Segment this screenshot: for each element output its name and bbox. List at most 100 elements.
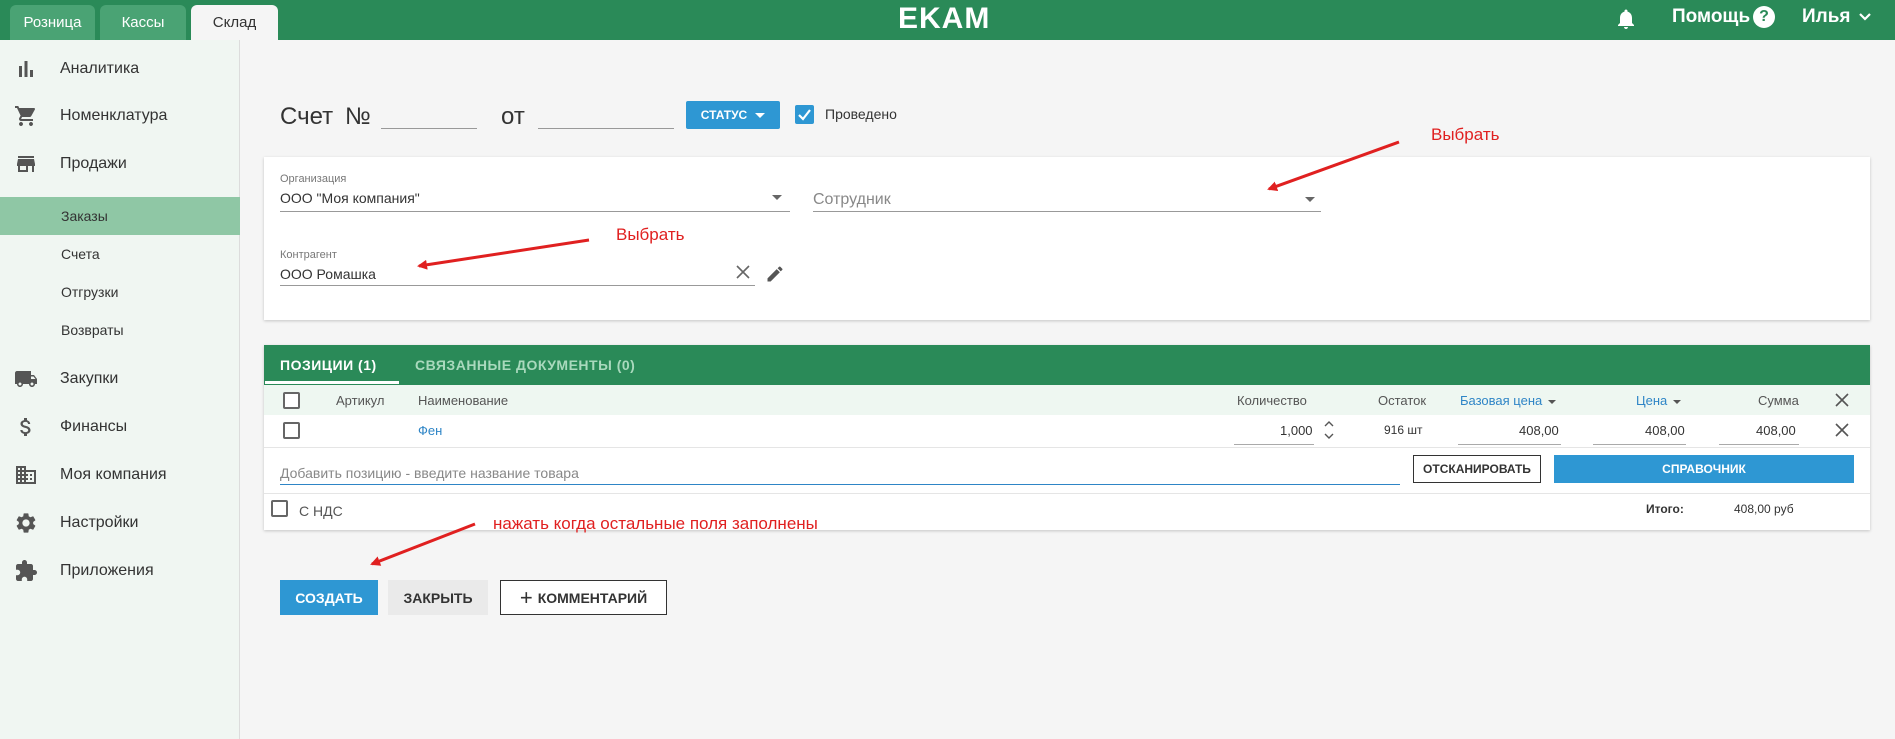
sidebar-item-purchases[interactable]: Закупки (0, 359, 240, 399)
quantity-stepper[interactable] (1323, 418, 1335, 442)
checkmark-icon (798, 109, 811, 121)
invoice-date-input[interactable] (538, 128, 674, 129)
quantity-underline (1234, 444, 1314, 445)
column-stock: Остаток (1378, 393, 1427, 408)
user-menu[interactable]: Илья (1802, 6, 1851, 28)
add-position-underline (280, 484, 1400, 485)
employee-select[interactable]: Сотрудник (813, 191, 891, 209)
column-price-label: Цена (1636, 393, 1668, 408)
sidebar-item-nomenclature[interactable]: Номенклатура (0, 96, 240, 136)
organization-select[interactable] (280, 211, 790, 212)
reference-button[interactable]: СПРАВОЧНИК (1554, 455, 1854, 483)
truck-icon (15, 371, 37, 387)
add-comment-button[interactable]: + КОММЕНТАРИЙ (500, 580, 667, 615)
row-quantity[interactable]: 1,000 (1280, 423, 1313, 438)
caret-down-icon[interactable] (772, 195, 782, 200)
row-divider (264, 447, 1870, 448)
building-icon (16, 466, 36, 484)
remove-row-icon[interactable] (1835, 423, 1849, 437)
date-from-label: от (501, 103, 525, 130)
add-position-input[interactable]: Добавить позицию - введите название това… (280, 465, 579, 481)
sidebar-item-analytics[interactable]: Аналитика (0, 49, 240, 89)
column-base-price[interactable]: Базовая цена (1460, 393, 1557, 408)
sidebar-item-label: Аналитика (60, 60, 140, 77)
annotation-press-create: нажать когда остальные поля заполнены (493, 514, 818, 533)
caret-down-icon (755, 112, 766, 118)
column-name: Наименование (418, 393, 509, 408)
sidebar-item-my-company[interactable]: Моя компания (0, 455, 240, 495)
sidebar: Аналитика Номенклатура Продажи Заказы Сч… (0, 40, 240, 739)
sidebar-item-sales[interactable]: Продажи (0, 144, 240, 184)
sidebar-item-finance[interactable]: Финансы (0, 407, 240, 447)
counterparty-label: Контрагент (280, 249, 337, 261)
posted-checkbox[interactable] (795, 105, 814, 124)
sidebar-item-label: Приложения (60, 562, 154, 579)
annotation-select-counterparty: Выбрать (616, 225, 685, 244)
price-underline (1593, 444, 1686, 445)
puzzle-icon (16, 560, 37, 581)
tab-retail[interactable]: Розница (10, 5, 95, 40)
tab-cashboxes[interactable]: Кассы (100, 5, 186, 40)
close-button[interactable]: ЗАКРЫТЬ (388, 580, 488, 615)
store-icon (17, 156, 35, 172)
sum-underline (1719, 444, 1799, 445)
sidebar-item-label: Моя компания (60, 466, 167, 483)
invoice-number-input[interactable] (381, 128, 477, 129)
sidebar-subitem-invoices[interactable]: Счета (0, 235, 240, 273)
row-sum[interactable]: 408,00 (1756, 423, 1796, 438)
plus-icon: + (519, 584, 533, 610)
total-value: 408,00 руб (1734, 502, 1794, 516)
ekam-logo[interactable]: EKAM (898, 2, 990, 36)
sidebar-item-label: Финансы (60, 418, 128, 435)
tab-related-documents[interactable]: СВЯЗАННЫЕ ДОКУМЕНТЫ (0) (415, 357, 635, 373)
chevron-down-icon[interactable] (1857, 9, 1873, 25)
row-product-link[interactable]: Фен (418, 423, 442, 438)
dollar-icon (20, 418, 31, 436)
column-price[interactable]: Цена (1636, 393, 1682, 408)
clear-icon[interactable] (735, 264, 751, 280)
employee-select-underline (813, 211, 1321, 212)
total-label: Итого: (1646, 502, 1684, 516)
scan-button[interactable]: ОТСКАНИРОВАТЬ (1413, 455, 1541, 483)
column-sum: Сумма (1758, 393, 1799, 408)
sidebar-subitem-returns[interactable]: Возвраты (0, 311, 240, 349)
number-sign: № (345, 103, 371, 130)
row-checkbox[interactable] (283, 422, 300, 439)
edit-pencil-icon[interactable] (765, 264, 785, 284)
annotation-select-employee: Выбрать (1431, 125, 1500, 144)
status-button-label: СТАТУС (700, 108, 748, 122)
active-tab-indicator (265, 381, 399, 384)
caret-down-icon[interactable] (1305, 197, 1315, 202)
counterparty-input[interactable] (280, 285, 755, 286)
help-icon[interactable]: ? (1753, 6, 1775, 28)
sidebar-item-apps[interactable]: Приложения (0, 551, 240, 591)
row-stock: 916 шт (1384, 423, 1423, 437)
sidebar-subitem-label: Отгрузки (61, 284, 119, 300)
status-button[interactable]: СТАТУС (686, 101, 780, 129)
close-icon[interactable] (1835, 393, 1849, 407)
column-quantity: Количество (1237, 393, 1307, 408)
cart-icon (15, 106, 36, 126)
sidebar-item-label: Продажи (60, 155, 127, 172)
help-link[interactable]: Помощь (1672, 6, 1750, 28)
select-all-checkbox[interactable] (283, 392, 300, 409)
vat-checkbox[interactable] (271, 500, 288, 517)
tab-positions[interactable]: ПОЗИЦИИ (1) (280, 357, 377, 373)
sort-caret-icon (1673, 399, 1682, 404)
sidebar-item-settings[interactable]: Настройки (0, 503, 240, 543)
positions-tabs: ПОЗИЦИИ (1) СВЯЗАННЫЕ ДОКУМЕНТЫ (0) (264, 345, 1870, 385)
row-price[interactable]: 408,00 (1645, 423, 1685, 438)
sidebar-subitem-label: Возвраты (61, 322, 124, 338)
sidebar-subitem-shipments[interactable]: Отгрузки (0, 273, 240, 311)
footer-divider (264, 493, 1870, 494)
create-button[interactable]: СОЗДАТЬ (280, 580, 378, 615)
sidebar-item-label: Настройки (60, 514, 139, 531)
bell-icon[interactable] (1614, 5, 1638, 33)
counterparty-value[interactable]: ООО Ромашка (280, 266, 376, 282)
tab-warehouse[interactable]: Склад (191, 5, 278, 40)
top-bar: Розница Кассы Склад EKAM Помощь ? Илья (0, 0, 1895, 40)
add-comment-label: КОММЕНТАРИЙ (537, 589, 648, 606)
sidebar-subitem-orders[interactable]: Заказы (0, 197, 240, 235)
gear-icon (16, 513, 36, 533)
row-base-price[interactable]: 408,00 (1519, 423, 1559, 438)
